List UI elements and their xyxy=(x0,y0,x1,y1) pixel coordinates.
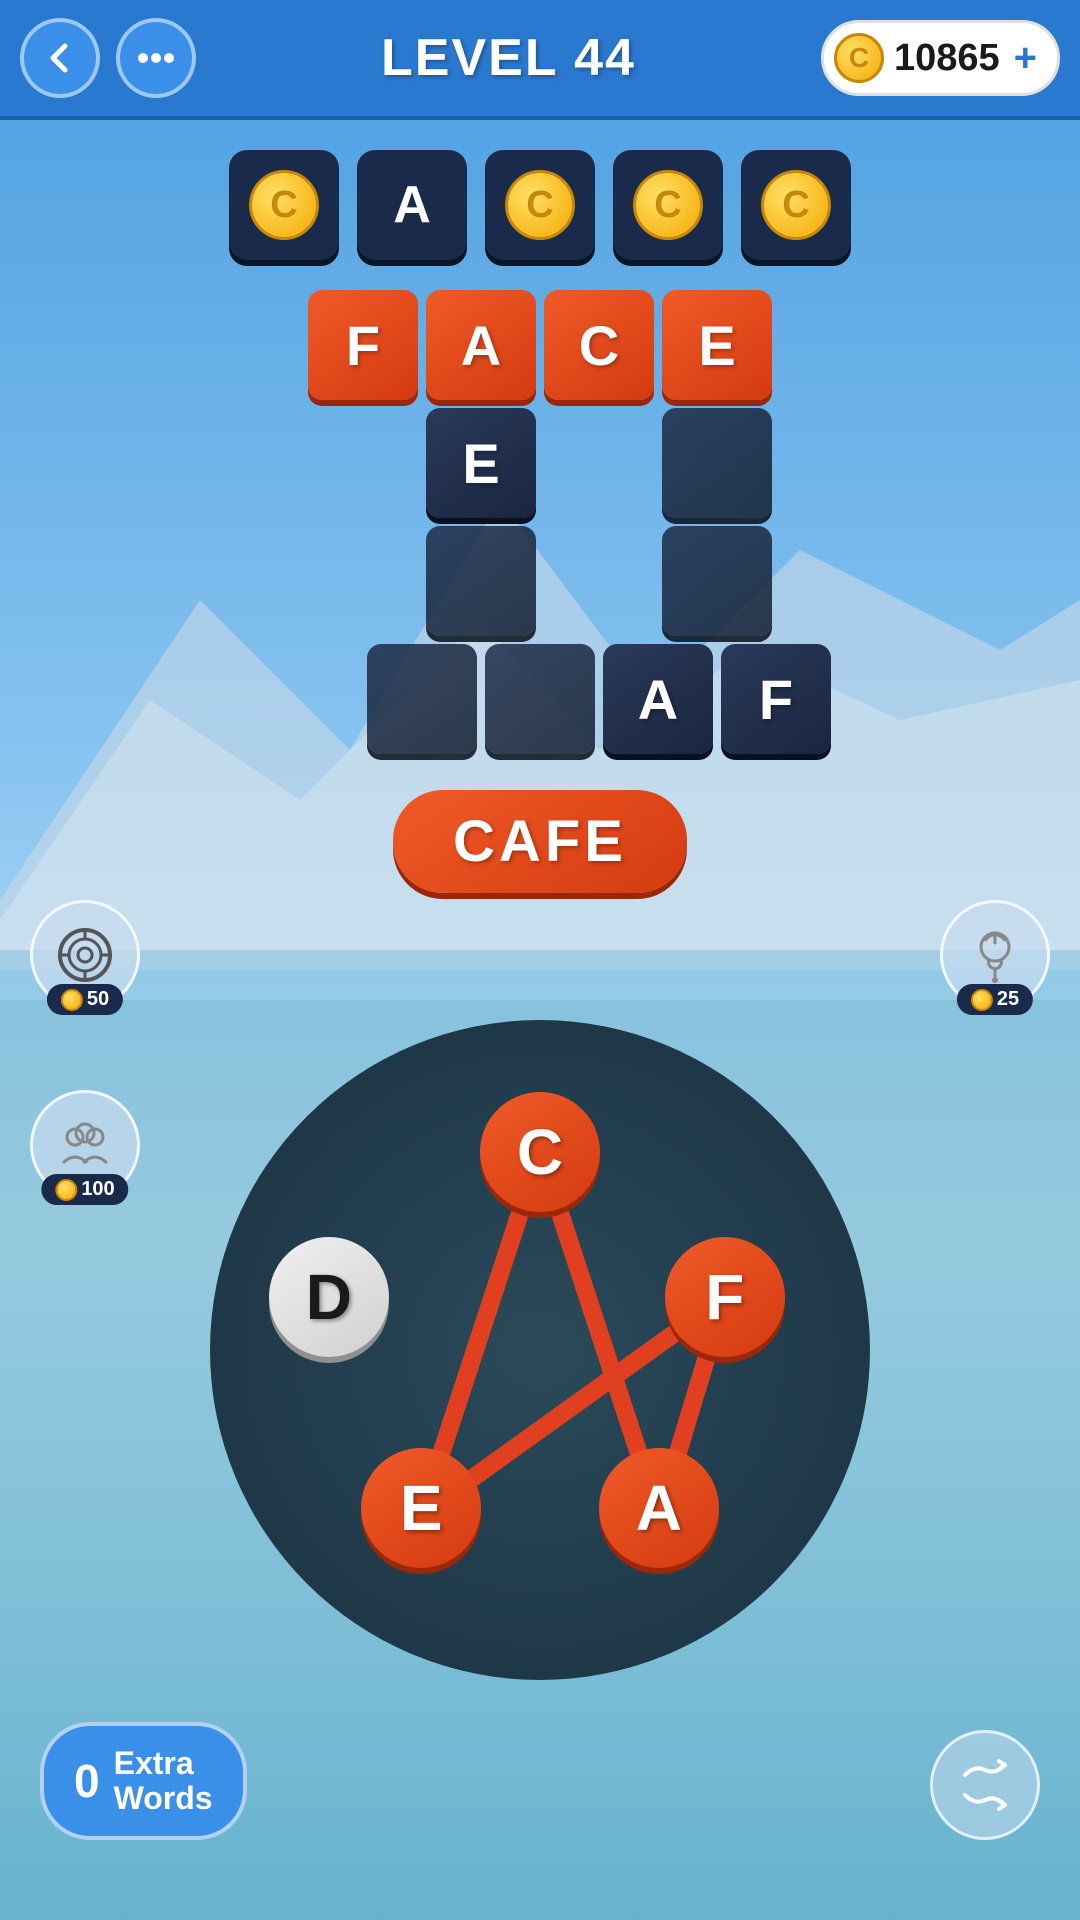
cell-empty-2 xyxy=(426,526,536,636)
cell-c: C xyxy=(544,290,654,400)
letter-node-d[interactable]: D xyxy=(269,1237,389,1357)
reward-coin-4: C xyxy=(761,170,831,240)
menu-button[interactable] xyxy=(116,18,196,98)
target-cost: 50 xyxy=(47,984,123,1015)
back-button[interactable] xyxy=(20,18,100,98)
level-title: LEVEL 44 xyxy=(381,28,636,88)
cell-empty-4 xyxy=(367,644,477,754)
extra-words-button[interactable]: 0 ExtraWords xyxy=(40,1722,247,1840)
letter-wheel: C F A E D xyxy=(210,1020,870,1680)
cell-e2: E xyxy=(426,408,536,518)
reward-tile-2: C xyxy=(485,150,595,260)
reward-tile-3: C xyxy=(613,150,723,260)
grid-row-0: F A C E xyxy=(308,290,772,400)
grid-row-1: E xyxy=(308,408,772,518)
reward-tile-1: A xyxy=(357,150,467,260)
letter-node-e[interactable]: E xyxy=(361,1448,481,1568)
reward-coin-0: C xyxy=(249,170,319,240)
shuffle-button[interactable] xyxy=(930,1730,1040,1840)
header-left xyxy=(20,18,196,98)
cell-e: E xyxy=(662,290,772,400)
coins-plus: + xyxy=(1014,36,1037,81)
current-word-text: CAFE xyxy=(453,809,627,874)
team-cost: 100 xyxy=(41,1174,128,1205)
target-powerup-button[interactable]: 50 xyxy=(30,900,140,1010)
target-cost-text: 50 xyxy=(87,988,109,1011)
hint-cost: 25 xyxy=(957,984,1033,1015)
cell-a: A xyxy=(426,290,536,400)
header: LEVEL 44 C 10865 + xyxy=(0,0,1080,120)
extra-words-count: 0 xyxy=(74,1754,100,1808)
reward-row: C A C C C xyxy=(0,120,1080,270)
hint-powerup-button[interactable]: 25 xyxy=(940,900,1050,1010)
powerups-left: 50 100 xyxy=(30,900,140,1200)
cell-empty-1 xyxy=(662,408,772,518)
cell-empty-5 xyxy=(485,644,595,754)
reward-tile-4: C xyxy=(741,150,851,260)
grid-row-2 xyxy=(308,526,772,636)
grid-row-3: A F xyxy=(249,644,831,754)
team-powerup-button[interactable]: 100 xyxy=(30,1090,140,1200)
extra-words-label: ExtraWords xyxy=(114,1746,213,1816)
team-cost-text: 100 xyxy=(81,1178,114,1201)
reward-tile-0: C xyxy=(229,150,339,260)
cell-f2: F xyxy=(721,644,831,754)
cell-empty-3 xyxy=(662,526,772,636)
cell-f: F xyxy=(308,290,418,400)
game-grid: F A C E E A F xyxy=(0,290,1080,754)
coins-badge: C 10865 + xyxy=(821,20,1060,96)
powerups-right: 25 xyxy=(940,900,1050,1010)
coins-amount: 10865 xyxy=(894,37,1000,80)
cell-a2: A xyxy=(603,644,713,754)
letter-node-f[interactable]: F xyxy=(665,1237,785,1357)
coin-icon: C xyxy=(834,33,884,83)
reward-coin-3: C xyxy=(633,170,703,240)
hint-cost-text: 25 xyxy=(997,988,1019,1011)
reward-coin-2: C xyxy=(505,170,575,240)
current-word-display: CAFE xyxy=(393,790,687,893)
reward-letter-1: A xyxy=(393,175,431,235)
letter-node-a[interactable]: A xyxy=(599,1448,719,1568)
letter-node-c[interactable]: C xyxy=(480,1092,600,1212)
